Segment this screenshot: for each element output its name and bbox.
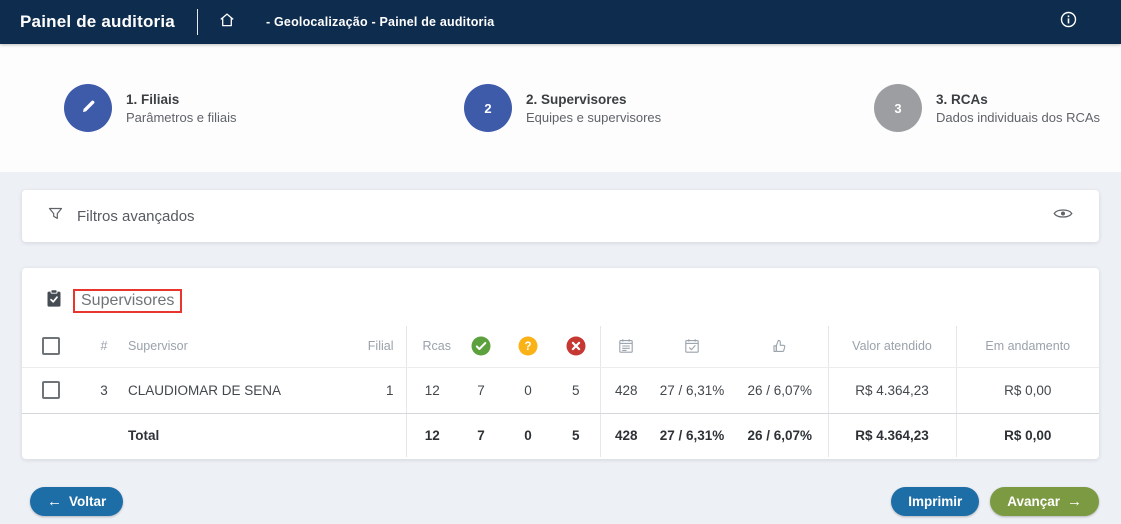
supervisores-card-header: Supervisores (22, 268, 1099, 326)
cell-rcas-error: 5 (552, 367, 600, 413)
col-scheduled (652, 326, 732, 367)
step-filiais[interactable]: 1. Filiais Parâmetros e filiais (64, 84, 464, 132)
advanced-filters-bar[interactable]: Filtros avançados (22, 190, 1099, 242)
advanced-filters-label: Filtros avançados (77, 208, 195, 225)
home-button[interactable] (218, 11, 236, 34)
step-2-circle: 2 (464, 84, 512, 132)
col-completed (732, 326, 828, 367)
step-1-subtitle: Parâmetros e filiais (126, 110, 237, 125)
cell-rcas-pending: 0 (504, 367, 552, 413)
cell-scheduled: 27 / 6,31% (652, 367, 732, 413)
step-supervisores[interactable]: 2 2. Supervisores Equipes e supervisores (464, 84, 874, 132)
total-completed: 26 / 6,07% (732, 413, 828, 457)
step-1-title: 1. Filiais (126, 92, 237, 107)
x-circle-icon (566, 336, 586, 356)
row-checkbox[interactable] (42, 381, 60, 399)
section-title-highlight: Supervisores (73, 289, 182, 313)
total-scheduled: 27 / 6,31% (652, 413, 732, 457)
arrow-right-icon: → (1067, 494, 1082, 509)
cell-visits: 428 (600, 367, 652, 413)
calendar-check-icon (684, 338, 700, 354)
col-visits (600, 326, 652, 367)
top-bar: Painel de auditoria - Geolocalização - P… (0, 0, 1121, 44)
step-1-circle (64, 84, 112, 132)
step-3-title: 3. RCAs (936, 92, 1100, 107)
row-checkbox-cell (22, 367, 80, 413)
col-rcas-error (552, 326, 600, 367)
footer-actions: ← Voltar Imprimir Avançar → (22, 487, 1099, 516)
table-row: 3 CLAUDIOMAR DE SENA 1 12 7 0 5 428 27 /… (22, 367, 1099, 413)
section-title: Supervisores (81, 292, 174, 309)
cell-completed: 26 / 6,07% (732, 367, 828, 413)
total-rcas-ok: 7 (458, 413, 504, 457)
eye-icon (1053, 207, 1073, 225)
total-valor-atendido: R$ 4.364,23 (828, 413, 956, 457)
cell-filial: 1 (338, 367, 406, 413)
step-rcas[interactable]: 3 3. RCAs Dados individuais dos RCAs (874, 84, 1121, 132)
step-2-subtitle: Equipes e supervisores (526, 110, 661, 125)
cell-valor-atendido: R$ 4.364,23 (828, 367, 956, 413)
total-rcas: 12 (406, 413, 458, 457)
calendar-notes-icon (618, 338, 634, 354)
info-icon (1060, 11, 1077, 33)
filter-funnel-icon (48, 206, 63, 226)
info-button[interactable] (1060, 11, 1077, 33)
col-filial: Filial (338, 326, 406, 367)
check-circle-icon (471, 336, 491, 356)
pencil-icon (80, 98, 97, 118)
arrow-left-icon: ← (47, 494, 62, 509)
cell-rcas-ok: 7 (458, 367, 504, 413)
total-label: Total (128, 413, 338, 457)
cell-num: 3 (80, 367, 128, 413)
step-3-circle: 3 (874, 84, 922, 132)
print-button[interactable]: Imprimir (891, 487, 979, 516)
home-icon (218, 11, 236, 34)
total-visits: 428 (600, 413, 652, 457)
clipboard-check-icon (46, 289, 62, 313)
supervisores-card: Supervisores # Supervisor Filial Rcas (22, 268, 1099, 459)
total-row: Total 12 7 0 5 428 27 / 6,31% 26 / 6,07%… (22, 413, 1099, 457)
back-button-label: Voltar (69, 494, 106, 509)
col-num: # (80, 326, 128, 367)
select-all-checkbox[interactable] (42, 337, 60, 355)
col-valor-atendido: Valor atendido (828, 326, 956, 367)
cell-supervisor: CLAUDIOMAR DE SENA (128, 367, 338, 413)
thumbs-up-icon (771, 338, 788, 354)
stepper: 1. Filiais Parâmetros e filiais 2 2. Sup… (0, 44, 1121, 172)
question-circle-icon: ? (518, 336, 538, 356)
cell-rcas: 12 (406, 367, 458, 413)
col-em-andamento: Em andamento (956, 326, 1099, 367)
total-rcas-error: 5 (552, 413, 600, 457)
breadcrumb: - Geolocalização - Painel de auditoria (266, 15, 495, 29)
total-em-andamento: R$ 0,00 (956, 413, 1099, 457)
table-header-row: # Supervisor Filial Rcas (22, 326, 1099, 367)
supervisores-table: # Supervisor Filial Rcas (22, 326, 1099, 457)
next-button[interactable]: Avançar → (990, 487, 1099, 516)
page-title: Painel de auditoria (20, 12, 175, 32)
toggle-visibility-button[interactable] (1053, 207, 1073, 225)
total-rcas-pending: 0 (504, 413, 552, 457)
svg-text:?: ? (524, 341, 531, 353)
cell-em-andamento: R$ 0,00 (956, 367, 1099, 413)
step-2-title: 2. Supervisores (526, 92, 661, 107)
col-supervisor: Supervisor (128, 326, 338, 367)
title-divider (197, 9, 198, 35)
header-checkbox-cell (22, 326, 80, 367)
col-rcas-pending: ? (504, 326, 552, 367)
next-button-label: Avançar (1007, 494, 1060, 509)
col-rcas: Rcas (406, 326, 458, 367)
col-rcas-ok (458, 326, 504, 367)
print-button-label: Imprimir (908, 494, 962, 509)
step-3-subtitle: Dados individuais dos RCAs (936, 110, 1100, 125)
back-button[interactable]: ← Voltar (30, 487, 123, 516)
